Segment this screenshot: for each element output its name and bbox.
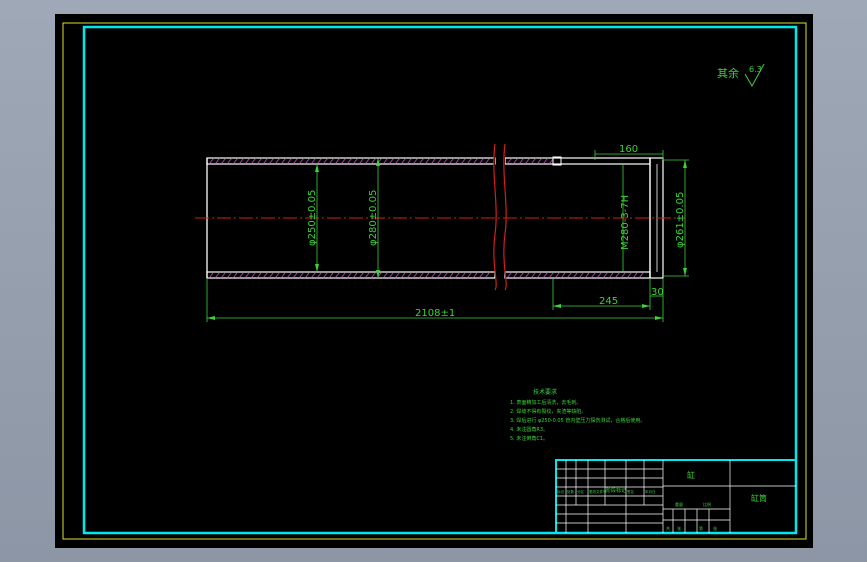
drawing-frame	[82, 25, 798, 535]
dim-thread-spec: M280-3-7H	[620, 195, 631, 250]
dim-thread-length: 245	[599, 296, 618, 307]
tech-title: 技术要求	[533, 388, 557, 396]
cad-drawing-canvas: 其余 6.3 φ250±0.05 φ280±0.05 M280-3-7H φ26…	[55, 14, 813, 548]
dim-outer-diameter: φ280±0.05	[368, 190, 379, 246]
sheet-count-label: 张	[713, 525, 717, 531]
tech-requirements: 技术要求 1. 表面精加工后清洗，去毛刺。 2. 焊缝不得有裂纹，夹渣等缺陷。 …	[510, 388, 645, 442]
tech-item: 3. 焊后进行 φ250-0.05 管内壁压力探伤测试，合格后使用。	[510, 417, 645, 424]
tech-item: 5. 未注倒角C1。	[510, 435, 548, 442]
sheet-label: 重量	[675, 501, 683, 507]
roughness-value: 6.3	[749, 65, 762, 74]
sheet-count-label: 张	[677, 525, 681, 531]
dim-inner-diameter: φ250±0.05	[307, 190, 318, 246]
outer-border	[62, 22, 807, 540]
title-cell-mark: 分区	[577, 489, 585, 494]
dim-relief-diameter: φ261±0.05	[675, 192, 686, 248]
dim-end-length: 160	[619, 144, 638, 155]
roughness-note: 其余	[717, 66, 739, 80]
title-cell-mark: 更改文件号	[589, 489, 607, 494]
dim-relief-length: 30	[651, 287, 664, 298]
dim-total-length: 2108±1	[415, 308, 455, 319]
stage-label: 阶段标记	[606, 487, 626, 494]
tech-item: 1. 表面精加工后清洗，去毛刺。	[510, 399, 581, 406]
tech-item: 2. 焊缝不得有裂纹，夹渣等缺陷。	[510, 408, 586, 415]
title-block: 缸 缸筒 阶段标记 标记 处数 分区 更改文件号 签名 年月日 重量 比例 共 …	[555, 459, 797, 534]
tube-body	[195, 143, 685, 291]
drawing-sheet: 其余 6.3 φ250±0.05 φ280±0.05 M280-3-7H φ26…	[62, 22, 807, 540]
part-name: 缸	[687, 470, 695, 480]
title-cell-mark: 处数	[567, 489, 575, 494]
title-cell-mark: 年月日	[645, 489, 656, 494]
sheet-label: 比例	[703, 501, 711, 507]
sheet-count-label: 第	[699, 525, 703, 531]
break-lines	[493, 143, 507, 291]
drawing-label: 缸筒	[751, 493, 767, 503]
title-cell-mark: 标记	[557, 489, 565, 494]
sheet-count-label: 共	[666, 525, 670, 531]
tube-top-wall-right	[504, 157, 651, 165]
title-cell-mark: 签名	[627, 489, 634, 494]
tech-item: 4. 未注圆角R3。	[510, 426, 548, 433]
